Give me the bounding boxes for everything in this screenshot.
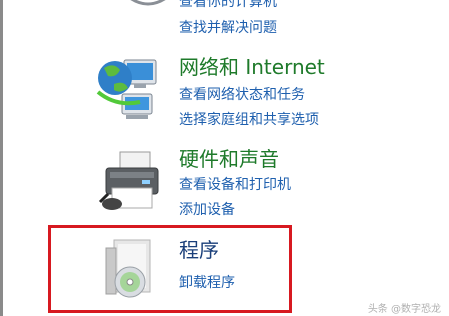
programs-highlight-box [48,225,292,313]
shield-icon [130,0,166,6]
add-device-link[interactable]: 添加设备 [179,201,235,219]
homegroup-sharing-link[interactable]: 选择家庭组和共享选项 [179,111,319,129]
software-box-cd-icon [105,239,151,298]
network-internet-title[interactable]: 网络和 Internet [179,55,325,79]
uninstall-program-link[interactable]: 卸载程序 [179,274,235,292]
find-fix-problems-link[interactable]: 查找并解决问题 [179,19,277,37]
view-network-status-link[interactable]: 查看网络状态和任务 [179,86,305,104]
printer-icon [98,151,159,210]
network-globe-icon [96,59,157,119]
left-border [0,0,3,316]
hardware-sound-title[interactable]: 硬件和声音 [179,147,279,171]
view-devices-printers-link[interactable]: 查看设备和打印机 [179,176,291,194]
programs-title[interactable]: 程序 [179,238,219,262]
system-view-link[interactable]: 查看你的计算机 [179,0,277,11]
watermark: 头条 @数字恐龙 [367,304,441,315]
